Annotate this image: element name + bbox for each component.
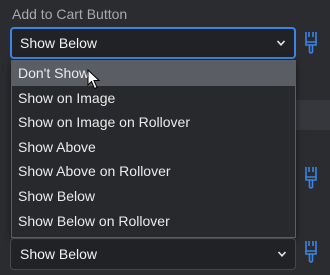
dropdown-option[interactable]: Don't Show	[12, 61, 295, 86]
select-value: Show Below	[20, 35, 98, 51]
paintbrush-icon[interactable]	[303, 240, 319, 264]
chevron-down-icon	[276, 40, 286, 46]
field-label: Add to Cart Button	[12, 6, 128, 22]
mouse-cursor-icon	[87, 69, 101, 90]
dropdown-option[interactable]: Show Above on Rollover	[12, 159, 295, 184]
add-to-cart-select[interactable]: Show Below	[10, 27, 296, 59]
dropdown-option[interactable]: Show on Image on Rollover	[12, 110, 295, 135]
background-field	[296, 100, 330, 130]
second-select[interactable]: Show Below	[10, 238, 296, 270]
dropdown-list: Don't Show Show on Image Show on Image o…	[11, 60, 296, 238]
select-value: Show Below	[20, 246, 98, 262]
dropdown-option[interactable]: Show Below	[12, 184, 295, 209]
paintbrush-icon[interactable]	[303, 166, 319, 190]
dropdown-option[interactable]: Show Below on Rollover	[12, 209, 295, 234]
dropdown-option[interactable]: Show Above	[12, 135, 295, 160]
chevron-down-icon	[277, 251, 287, 257]
dropdown-option[interactable]: Show on Image	[12, 86, 295, 111]
paintbrush-icon[interactable]	[303, 31, 319, 55]
